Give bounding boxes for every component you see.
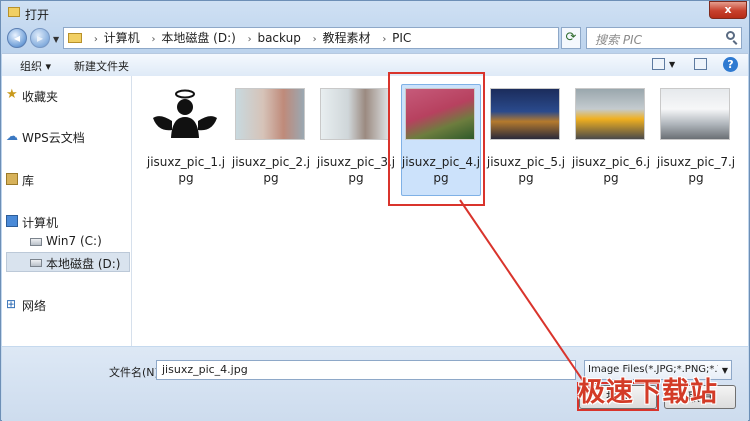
- nav-item-drive-d[interactable]: 本地磁盘 (D:): [30, 255, 121, 272]
- nav-item-wps-cloud[interactable]: ☁ WPS云文档: [6, 129, 85, 146]
- file-tile[interactable]: jisuxz_pic_1.jpg: [146, 84, 225, 196]
- new-folder-button[interactable]: 新建文件夹: [74, 58, 129, 74]
- view-dropdown-icon[interactable]: ▼: [669, 60, 675, 69]
- file-name: jisuxz_pic_7.jpg: [656, 155, 736, 185]
- search-icon[interactable]: [726, 31, 735, 40]
- folder-icon: [8, 7, 20, 17]
- file-thumbnail: [575, 88, 645, 140]
- folder-icon: [68, 33, 82, 43]
- organize-button[interactable]: 组织 ▾: [20, 58, 51, 74]
- filename-value: jisuxz_pic_4.jpg: [162, 363, 248, 376]
- nav-item-favorites[interactable]: ★ 收藏夹: [6, 88, 59, 105]
- close-button[interactable]: x: [709, 1, 747, 19]
- star-icon: ★: [6, 87, 18, 102]
- file-tile[interactable]: jisuxz_pic_3.jpg: [316, 84, 395, 196]
- nav-item-label: Win7 (C:): [46, 234, 102, 248]
- help-icon[interactable]: ?: [723, 57, 738, 72]
- file-name: jisuxz_pic_2.jpg: [231, 155, 311, 185]
- breadcrumb-separator[interactable]: ›: [94, 34, 98, 45]
- breadcrumb-separator[interactable]: ›: [382, 34, 386, 45]
- forward-button[interactable]: ▸: [30, 28, 50, 48]
- open-file-dialog: 打开 x ◂ ▸ ▼ › 计算机 › 本地磁盘 (D:) › backup › …: [0, 0, 750, 421]
- file-thumbnail: [490, 88, 560, 140]
- file-name: jisuxz_pic_4.jpg: [401, 155, 481, 185]
- computer-icon: [6, 215, 18, 227]
- nav-item-label: WPS云文档: [22, 131, 85, 145]
- nav-item-label: 本地磁盘 (D:): [46, 257, 121, 271]
- title-bar: 打开 x: [1, 1, 749, 25]
- file-thumbnail: [405, 88, 475, 140]
- nav-item-network[interactable]: ⊞ 网络: [6, 297, 47, 314]
- nav-item-label: 网络: [22, 299, 47, 313]
- watermark-logo: 极速下载站: [578, 377, 718, 408]
- file-tile[interactable]: jisuxz_pic_7.jpg: [656, 84, 735, 196]
- file-name: jisuxz_pic_3.jpg: [316, 155, 396, 185]
- chevron-down-icon: ▼: [721, 366, 728, 375]
- file-thumbnail: [235, 88, 305, 140]
- search-input[interactable]: 搜索 PIC: [586, 27, 742, 49]
- file-list: jisuxz_pic_1.jpg jisuxz_pic_2.jpg jisuxz…: [132, 76, 748, 346]
- nav-item-drive-c[interactable]: Win7 (C:): [30, 234, 102, 248]
- address-bar[interactable]: › 计算机 › 本地磁盘 (D:) › backup › 教程素材 › PIC …: [63, 27, 613, 49]
- library-icon: [6, 173, 18, 185]
- search-placeholder: 搜索 PIC: [595, 33, 642, 47]
- file-tile-selected[interactable]: jisuxz_pic_4.jpg: [401, 84, 481, 196]
- breadcrumb-separator[interactable]: ›: [152, 34, 156, 45]
- breadcrumb-separator[interactable]: ›: [313, 34, 317, 45]
- file-thumbnail: [660, 88, 730, 140]
- filename-label: 文件名(N):: [109, 366, 163, 379]
- drive-icon: [30, 238, 42, 246]
- command-toolbar: 组织 ▾ 新建文件夹 ▼ ?: [2, 53, 748, 77]
- file-name: jisuxz_pic_1.jpg: [146, 155, 226, 185]
- breadcrumb-backup[interactable]: backup: [257, 31, 300, 45]
- breadcrumb-separator[interactable]: ›: [248, 34, 252, 45]
- back-button[interactable]: ◂: [7, 28, 27, 48]
- file-tile[interactable]: jisuxz_pic_5.jpg: [486, 84, 565, 196]
- preview-pane-icon[interactable]: [694, 58, 707, 70]
- filename-input[interactable]: jisuxz_pic_4.jpg: [156, 360, 576, 380]
- drive-icon: [30, 259, 42, 267]
- breadcrumb-pic[interactable]: PIC: [392, 31, 411, 45]
- nav-item-label: 库: [22, 174, 35, 188]
- nav-item-library[interactable]: 库: [6, 172, 35, 189]
- angel-avatar-icon: [153, 89, 217, 138]
- file-name: jisuxz_pic_5.jpg: [486, 155, 566, 185]
- cloud-icon: ☁: [6, 129, 18, 143]
- navigation-pane: ★ 收藏夹 ☁ WPS云文档 库 ◢ 计算机 Win7 (C:) 本地磁盘 (D…: [2, 76, 132, 346]
- nav-item-label: 收藏夹: [22, 90, 59, 104]
- refresh-button[interactable]: ⟳: [561, 27, 581, 49]
- file-thumbnail: [320, 88, 390, 140]
- file-name: jisuxz_pic_6.jpg: [571, 155, 651, 185]
- history-dropdown-icon[interactable]: ▼: [53, 35, 59, 44]
- breadcrumb: › 计算机 › 本地磁盘 (D:) › backup › 教程素材 › PIC: [68, 28, 413, 48]
- breadcrumb-tutorial[interactable]: 教程素材: [322, 31, 370, 45]
- breadcrumb-computer[interactable]: 计算机: [104, 31, 140, 45]
- file-tile[interactable]: jisuxz_pic_2.jpg: [231, 84, 310, 196]
- window-title: 打开: [25, 8, 50, 22]
- nav-item-label: 计算机: [22, 216, 59, 230]
- file-thumbnail: [150, 88, 220, 140]
- view-options-icon[interactable]: [652, 58, 665, 70]
- breadcrumb-drive-d[interactable]: 本地磁盘 (D:): [161, 31, 235, 45]
- file-tile[interactable]: jisuxz_pic_6.jpg: [571, 84, 650, 196]
- nav-item-computer[interactable]: 计算机: [6, 214, 59, 231]
- network-icon: ⊞: [6, 297, 17, 311]
